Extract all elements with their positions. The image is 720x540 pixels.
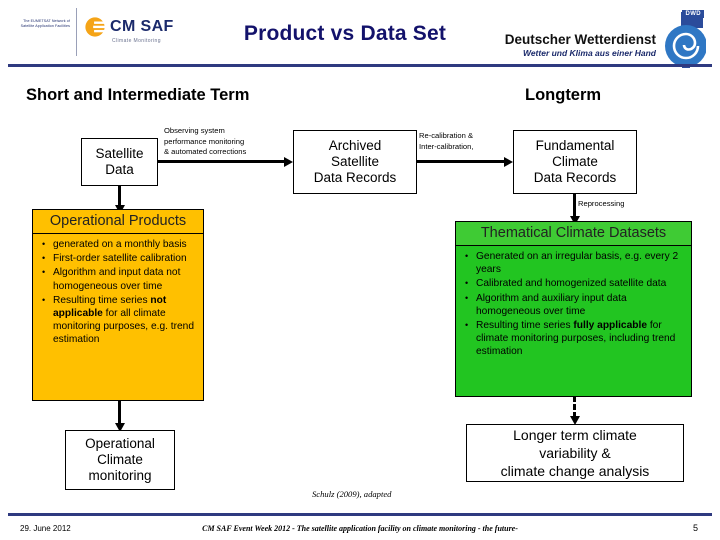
footer-rule (8, 513, 712, 516)
list-item: Algorithm and input data not homogeneous… (42, 266, 197, 292)
panel-operational-products: Operational Products generated on a mont… (32, 209, 204, 401)
box-archived-satellite-data-records: Archived Satellite Data Records (293, 130, 417, 194)
list-item: Algorithm and auxiliary input data homog… (465, 292, 685, 318)
panel-thematical-climate-datasets: Thematical Climate Datasets Generated on… (455, 221, 692, 397)
arrow-satellite-to-archived (158, 160, 286, 163)
box-longer-term-climate-analysis: Longer term climate variability & climate … (466, 424, 684, 482)
arrow-label-recalibration: Re-calibration & Inter-calibration, (419, 131, 474, 151)
dwd-logo: Deutscher Wetterdienst Wetter und Klima … (495, 8, 710, 68)
cmsaf-subtitle: Climate Monitoring (112, 38, 161, 44)
box-fundamental-climate-data-records: Fundamental Climate Data Records (513, 130, 637, 194)
footer-event-title: CM SAF Event Week 2012 - The satellite a… (202, 524, 518, 533)
arrow-archived-to-fundamental (417, 160, 506, 163)
box-operational-climate-monitoring: Operational Climate monitoring (65, 430, 175, 490)
section-heading-short-term: Short and Intermediate Term (26, 86, 250, 104)
dwd-name: Deutscher Wetterdienst (504, 32, 656, 47)
arrow-label-reprocessing: Reprocessing (578, 199, 625, 208)
source-credit: Schulz (2009), adapted (312, 489, 392, 499)
panel-operational-products-body: generated on a monthly basisFirst-order … (33, 234, 203, 352)
header-divider (76, 8, 77, 56)
slide-canvas: The EUMETSAT Network of Satellite Applic… (0, 0, 720, 540)
arrow-label-observing-system: Observing system performance monitoring & … (164, 126, 247, 156)
section-heading-longterm: Longterm (525, 86, 602, 104)
panel-thematical-climate-datasets-title: Thematical Climate Datasets (456, 222, 691, 246)
operational-bullet-list: generated on a monthly basisFirst-order … (37, 238, 197, 347)
cmsaf-logo: CM SAF Climate Monitoring (84, 12, 194, 54)
panel-thematical-climate-datasets-body: Generated on an irregular basis, e.g. ev… (456, 246, 691, 364)
page-title: Product vs Data Set (243, 22, 447, 45)
arrowhead-satellite-to-archived (284, 156, 293, 167)
list-item: Resulting time series fully applicable f… (465, 319, 685, 359)
footer-page-number: 5 (692, 523, 698, 533)
dwd-tag: DWD (682, 10, 704, 18)
list-item: generated on a monthly basis (42, 238, 197, 251)
panel-operational-products-title: Operational Products (33, 210, 203, 234)
list-item: Resulting time series not applicable for… (42, 294, 197, 347)
dwd-spiral-icon (665, 12, 706, 68)
dwd-claim: Wetter und Klima aus einer Hand (522, 48, 656, 58)
list-item: Generated on an irregular basis, e.g. ev… (465, 250, 685, 276)
arrowhead-archived-to-fundamental (504, 156, 513, 167)
arrow-thematical-to-longer-term (573, 396, 576, 418)
list-item: First-order satellite calibration (42, 252, 197, 265)
box-satellite-data: Satellite Data (81, 138, 158, 186)
eumetsat-network-text: The EUMETSAT Network of Satellite Applic… (20, 19, 70, 29)
sun-icon (85, 17, 106, 37)
slide-header: The EUMETSAT Network of Satellite Applic… (0, 0, 720, 70)
list-item: Calibrated and homogenized satellite dat… (465, 277, 685, 290)
cmsaf-wordmark: CM SAF (110, 18, 174, 35)
thematical-bullet-list: Generated on an irregular basis, e.g. ev… (460, 250, 685, 359)
header-rule (8, 64, 712, 67)
